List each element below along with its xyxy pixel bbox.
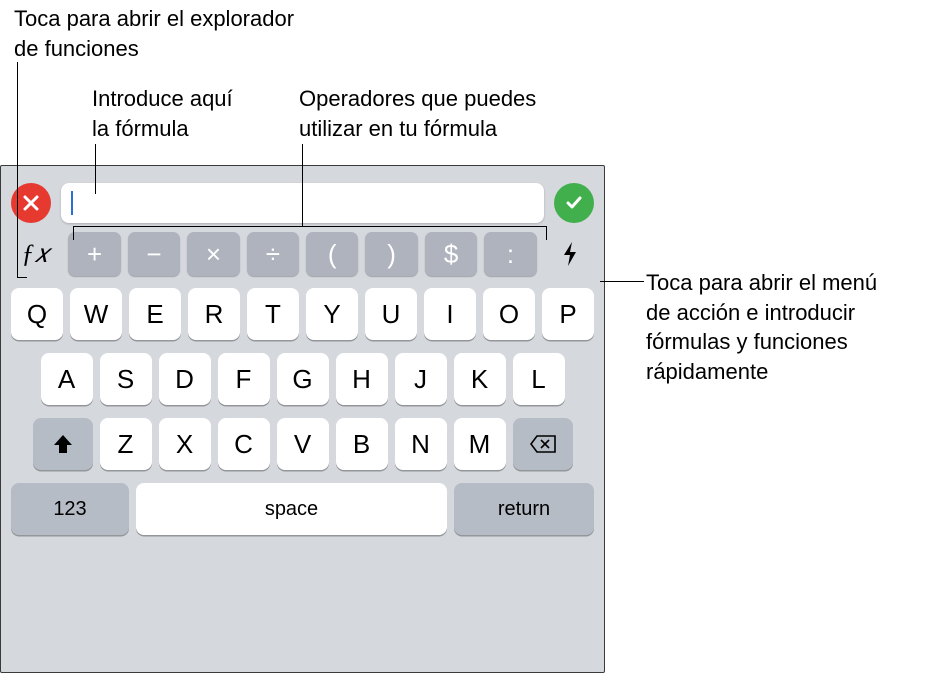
lightning-icon <box>560 240 580 268</box>
callout-input: Introduce aquíla fórmula <box>92 84 292 143</box>
callout-ops: Operadores que puedesutilizar en tu fórm… <box>299 84 579 143</box>
key-e[interactable]: E <box>129 288 181 340</box>
key-r[interactable]: R <box>188 288 240 340</box>
key-b[interactable]: B <box>336 418 388 470</box>
close-icon <box>22 194 40 212</box>
key-i[interactable]: I <box>424 288 476 340</box>
key-n[interactable]: N <box>395 418 447 470</box>
key-k[interactable]: K <box>454 353 506 405</box>
key-j[interactable]: J <box>395 353 447 405</box>
key-d[interactable]: D <box>159 353 211 405</box>
key-y[interactable]: Y <box>306 288 358 340</box>
key-m[interactable]: M <box>454 418 506 470</box>
key-numbers[interactable]: 123 <box>11 483 129 535</box>
key-o[interactable]: O <box>483 288 535 340</box>
shift-icon <box>51 432 75 456</box>
key-f[interactable]: F <box>218 353 270 405</box>
text-caret <box>71 191 73 215</box>
key-z[interactable]: Z <box>100 418 152 470</box>
accept-button[interactable] <box>554 183 594 223</box>
key-g[interactable]: G <box>277 353 329 405</box>
callout-fx: Toca para abrir el exploradorde funcione… <box>14 4 374 63</box>
key-w[interactable]: W <box>70 288 122 340</box>
key-p[interactable]: P <box>542 288 594 340</box>
key-t[interactable]: T <box>247 288 299 340</box>
key-row-bottom: 123 space return <box>5 483 600 535</box>
key-h[interactable]: H <box>336 353 388 405</box>
key-row-1: Q W E R T Y U I O P <box>5 288 600 340</box>
key-v[interactable]: V <box>277 418 329 470</box>
keyboard: Q W E R T Y U I O P A S D F G H J K L Z <box>1 280 604 545</box>
key-s[interactable]: S <box>100 353 152 405</box>
key-x[interactable]: X <box>159 418 211 470</box>
formula-keyboard-panel: ƒ𝑥 + − × ÷ ( ) $ : Q W E R T Y U I O P A… <box>0 165 605 673</box>
callout-bolt: Toca para abrir el menú de acción e intr… <box>646 268 906 387</box>
key-shift[interactable] <box>33 418 93 470</box>
key-row-3: Z X C V B N M <box>5 418 600 470</box>
checkmark-icon <box>564 193 584 213</box>
key-q[interactable]: Q <box>11 288 63 340</box>
key-l[interactable]: L <box>513 353 565 405</box>
key-delete[interactable] <box>513 418 573 470</box>
backspace-icon <box>529 434 557 454</box>
key-space[interactable]: space <box>136 483 447 535</box>
key-a[interactable]: A <box>41 353 93 405</box>
fx-label: ƒ𝑥 <box>21 239 48 270</box>
key-return[interactable]: return <box>454 483 594 535</box>
quick-action-button[interactable] <box>544 232 596 276</box>
key-u[interactable]: U <box>365 288 417 340</box>
key-row-2: A S D F G H J K L <box>5 353 600 405</box>
key-c[interactable]: C <box>218 418 270 470</box>
